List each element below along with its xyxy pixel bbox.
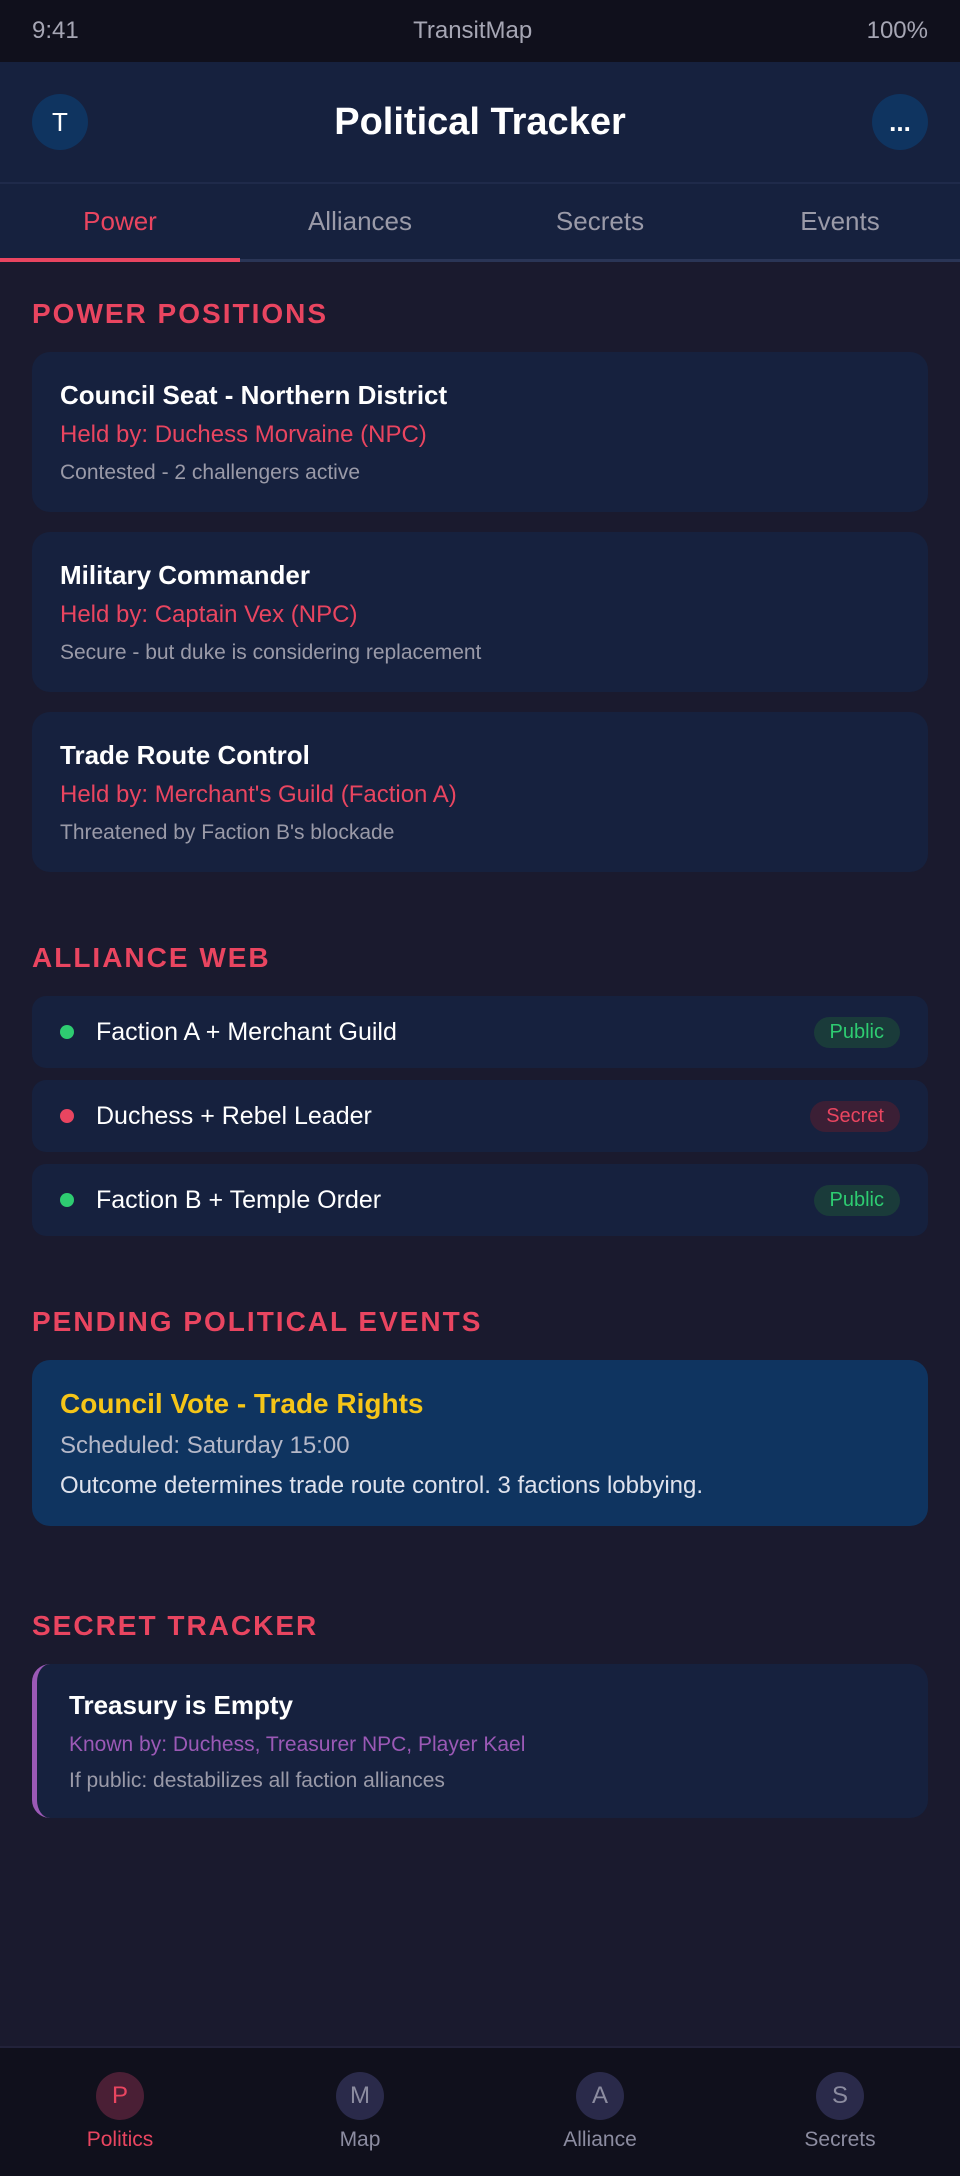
alliance-section-title: ALLIANCE WEB xyxy=(32,942,271,973)
nav-label: Alliance xyxy=(563,2128,637,2151)
secrets-icon: S xyxy=(816,2072,864,2120)
status-battery: 100% xyxy=(866,17,928,44)
tab-secrets[interactable]: Secrets xyxy=(480,184,720,259)
power-status: Threatened by Faction B's blockade xyxy=(60,821,395,844)
power-section-title: POWER POSITIONS xyxy=(32,298,329,329)
power-name: Military Commander xyxy=(60,560,310,590)
events-section-title: PENDING POLITICAL EVENTS xyxy=(32,1306,483,1337)
tab-events[interactable]: Events xyxy=(720,184,960,259)
power-holder: Held by: Duchess Morvaine (NPC) xyxy=(60,421,427,448)
nav-map[interactable]: M Map xyxy=(240,2048,480,2176)
tab-power[interactable]: Power xyxy=(0,184,240,262)
avatar[interactable]: T xyxy=(32,94,88,150)
visibility-badge: Public xyxy=(813,1184,900,1216)
event-title: Council Vote - Trade Rights xyxy=(60,1388,424,1419)
politics-icon: P xyxy=(96,2072,144,2120)
power-name: Council Seat - Northern District xyxy=(60,380,448,410)
power-status: Secure - but duke is considering replace… xyxy=(60,641,482,664)
alliance-name: Duchess + Rebel Leader xyxy=(96,1101,372,1130)
nav-label: Map xyxy=(339,2128,381,2151)
alliance-name: Faction A + Merchant Guild xyxy=(96,1017,397,1046)
power-status: Contested - 2 challengers active xyxy=(60,461,360,484)
event-description: Outcome determines trade route control. … xyxy=(60,1472,704,1499)
nav-alliance[interactable]: A Alliance xyxy=(480,2048,720,2176)
more-options-button[interactable]: ... xyxy=(872,94,928,150)
map-icon: M xyxy=(336,2072,384,2120)
power-card[interactable]: Trade Route Control Held by: Merchant's … xyxy=(32,712,928,872)
status-dot-icon xyxy=(60,1193,74,1207)
visibility-badge: Public xyxy=(813,1016,900,1048)
nav-politics[interactable]: P Politics xyxy=(0,2048,240,2176)
main-content: POWER POSITIONS Council Seat - Northern … xyxy=(0,298,960,1818)
bottom-nav: P Politics M Map A Alliance S Secrets xyxy=(0,2046,960,2176)
power-card[interactable]: Military Commander Held by: Captain Vex … xyxy=(32,532,928,692)
power-holder: Held by: Merchant's Guild (Faction A) xyxy=(60,781,457,808)
power-holder: Held by: Captain Vex (NPC) xyxy=(60,601,358,628)
app-header: T Political Tracker ... xyxy=(0,62,960,184)
page-title: Political Tracker xyxy=(334,100,626,143)
secret-known-by: Known by: Duchess, Treasurer NPC, Player… xyxy=(69,1733,526,1756)
secret-section-title: SECRET TRACKER xyxy=(32,1610,319,1641)
event-card[interactable]: Council Vote - Trade Rights Scheduled: S… xyxy=(32,1360,928,1526)
alliance-row[interactable]: Faction A + Merchant Guild Public xyxy=(32,996,928,1068)
alliance-icon: A xyxy=(576,2072,624,2120)
secret-impact: If public: destabilizes all faction alli… xyxy=(69,1769,445,1792)
power-name: Trade Route Control xyxy=(60,740,310,770)
status-bar: 9:41 TransitMap 100% xyxy=(0,0,960,62)
status-dot-icon xyxy=(60,1025,74,1039)
status-time: 9:41 xyxy=(32,17,79,44)
tab-bar: Power Alliances Secrets Events xyxy=(0,184,960,262)
status-dot-icon xyxy=(60,1109,74,1123)
alliance-row[interactable]: Faction B + Temple Order Public xyxy=(32,1164,928,1236)
tab-alliances[interactable]: Alliances xyxy=(240,184,480,259)
nav-label: Secrets xyxy=(804,2128,876,2151)
power-card[interactable]: Council Seat - Northern District Held by… xyxy=(32,352,928,512)
visibility-badge: Secret xyxy=(810,1100,900,1132)
nav-secrets[interactable]: S Secrets xyxy=(720,2048,960,2176)
secret-card[interactable]: Treasury is Empty Known by: Duchess, Tre… xyxy=(32,1664,928,1818)
nav-label: Politics xyxy=(86,2128,154,2151)
alliance-name: Faction B + Temple Order xyxy=(96,1185,382,1214)
status-carrier: TransitMap xyxy=(413,17,533,44)
event-scheduled: Scheduled: Saturday 15:00 xyxy=(60,1432,350,1459)
secret-title: Treasury is Empty xyxy=(69,1690,293,1720)
alliance-row[interactable]: Duchess + Rebel Leader Secret xyxy=(32,1080,928,1152)
